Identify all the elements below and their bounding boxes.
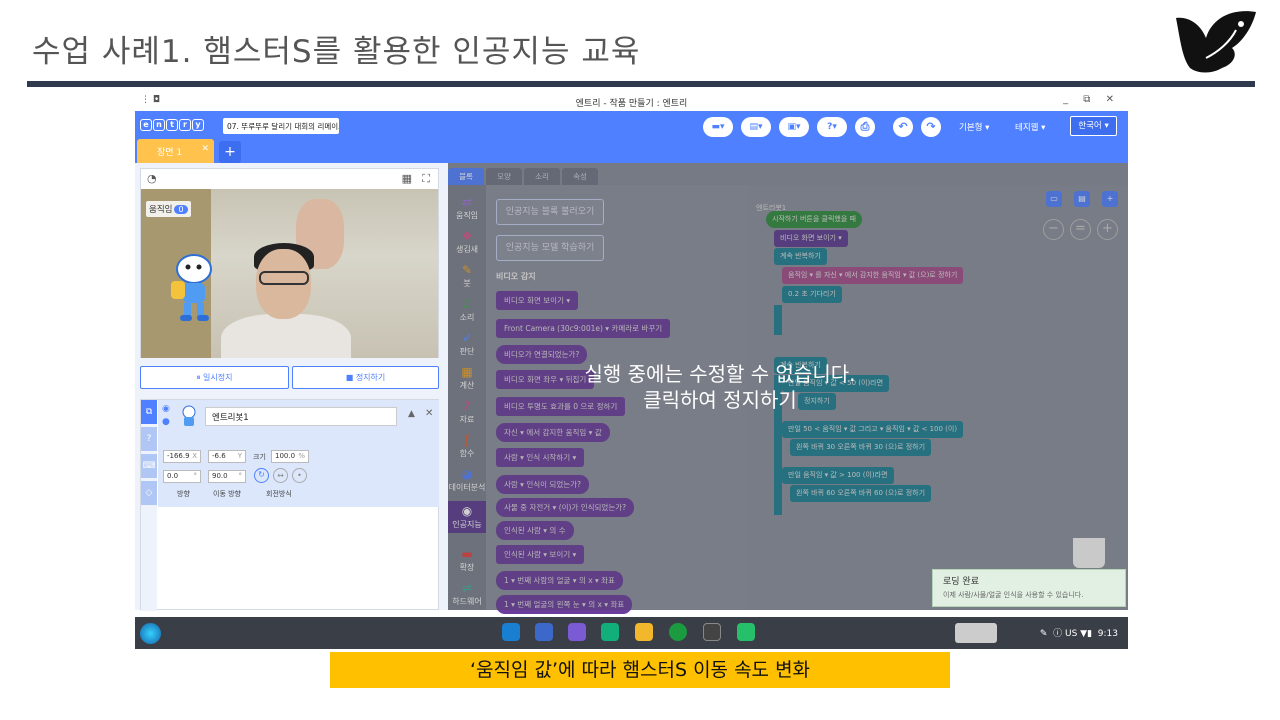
size-field[interactable]: 100.0% <box>271 450 309 463</box>
files-app-icon[interactable] <box>635 623 653 641</box>
theme-menu[interactable]: 테지웹 ▾ <box>1015 121 1045 133</box>
window-controls[interactable]: _ ⧉ ✕ <box>1063 94 1120 105</box>
window-preview-icon[interactable] <box>955 623 997 643</box>
layer-tab-icon[interactable]: ◇ <box>141 481 157 505</box>
variable-monitor: 움직임 0 <box>146 201 191 217</box>
lock-icon[interactable]: ● <box>162 417 170 427</box>
speed-gauge-icon[interactable]: ◔ <box>147 172 157 185</box>
help-menu-button[interactable]: ? ▾ <box>817 117 847 137</box>
x-coordinate-field[interactable]: -166.9 X <box>163 450 201 463</box>
y-coordinate-field[interactable]: -6.6 Y <box>208 450 246 463</box>
help-tab-icon[interactable]: ? <box>141 427 157 451</box>
video-feed: 움직임 0 <box>141 189 438 358</box>
collapse-icon[interactable]: ▲ <box>408 409 415 419</box>
rotate-horizontal-icon[interactable]: ↔ <box>273 468 288 483</box>
battery-icon: ▮ <box>1087 629 1093 639</box>
file-menu-icon[interactable]: ▣▾ <box>779 117 809 137</box>
save-menu-icon[interactable]: ▤▾ <box>741 117 771 137</box>
gallery-app-icon[interactable] <box>535 623 553 641</box>
new-project-menu-icon[interactable]: ▬▾ <box>703 117 733 137</box>
mode-menu[interactable]: 기본형 ▾ <box>959 121 989 133</box>
print-icon[interactable]: ⎙ <box>855 117 875 137</box>
rotation-label: 회전방식 <box>266 490 292 498</box>
object-name-input[interactable]: 엔트리봇1 <box>205 407 397 426</box>
direction-field[interactable]: 0.0 ° <box>163 470 201 483</box>
pause-button[interactable]: ⏸ 일시정지 <box>140 366 289 389</box>
entry-app-icon[interactable] <box>737 623 755 641</box>
language-select[interactable]: 한국어 ▾ <box>1070 116 1117 136</box>
rotate-free-icon[interactable]: ↻ <box>254 468 269 483</box>
move-direction-field[interactable]: 90.0 ° <box>208 470 246 483</box>
left-pane: ◔ ▦ ⛶ 움직임 0 ⏸ 일시정지 ■ 정지하기 ⧉ ? ⌨ ◇ ◉ ● 엔트… <box>135 163 448 611</box>
info-icon: ⓘ <box>1053 629 1063 639</box>
redo-icon[interactable]: ↷ <box>921 117 941 137</box>
slide-caption: ‘움직임 값’에 따라 햄스터S 이동 속도 변화 <box>330 652 950 688</box>
launcher-icon[interactable] <box>140 623 161 644</box>
eye-icon[interactable]: ◉ <box>162 404 170 414</box>
meet-app-icon[interactable] <box>601 623 619 641</box>
system-tray[interactable]: ✎ ⓘ US ▼▮ 9:13 <box>1040 626 1118 639</box>
pen-icon: ✎ <box>1039 629 1048 639</box>
loading-toast: 로딩 완료 이제 사람/사물/얼굴 인식을 사용할 수 있습니다. <box>932 569 1126 607</box>
title-divider <box>27 81 1255 87</box>
object-panel: ⧉ ? ⌨ ◇ ◉ ● 엔트리봇1 ▲ ✕ -166.9 X -6.6 Y 크기 1… <box>140 399 439 611</box>
object-thumbnail-icon <box>182 405 196 426</box>
terminal-app-icon[interactable] <box>703 623 721 641</box>
console-tab-icon[interactable]: ⌨ <box>141 454 157 478</box>
delete-object-icon[interactable]: ✕ <box>425 408 433 419</box>
entry-screenshot: ⋮ ◘ 엔트리 - 작품 만들기 : 엔트리 _ ⧉ ✕ entry 07. 뚜… <box>135 91 1128 649</box>
slide-title: 수업 사례1. 햄스터S를 활용한 인공지능 교육 <box>32 34 641 70</box>
objects-tab-icon[interactable]: ⧉ <box>141 400 157 424</box>
running-overlay-message[interactable]: 실행 중에는 수정할 수 없습니다. 클릭하여 정지하기 <box>470 361 970 413</box>
undo-icon[interactable]: ↶ <box>893 117 913 137</box>
fullscreen-icon[interactable]: ⛶ <box>422 172 430 186</box>
entry-toolbar: entry 07. 뚜루뚜루 달리기 대회의 리메이크 ▬▾ ▤▾ ▣▾ ? ▾ … <box>135 111 1128 163</box>
os-taskbar: ✎ ⓘ US ▼▮ 9:13 <box>135 617 1128 649</box>
bird-app-icon[interactable] <box>502 623 520 641</box>
stop-button[interactable]: ■ 정지하기 <box>292 366 439 389</box>
close-icon[interactable]: ✕ <box>201 144 209 154</box>
store-app-icon[interactable] <box>568 623 586 641</box>
move-direction-label: 이동 방향 <box>213 490 241 498</box>
window-title: 엔트리 - 작품 만들기 : 엔트리 <box>575 99 688 109</box>
size-label: 크기 <box>253 453 266 461</box>
object-panel-tabs: ⧉ ? ⌨ ◇ <box>141 400 157 611</box>
project-name-field[interactable]: 07. 뚜루뚜루 달리기 대회의 리메이크 <box>223 118 339 134</box>
direction-label: 방향 <box>177 490 190 498</box>
rotate-none-icon[interactable]: • <box>292 468 307 483</box>
trash-icon[interactable] <box>1073 538 1105 568</box>
tab-scene-1[interactable]: 장면 1 ✕ <box>137 139 214 163</box>
add-scene-button[interactable]: + <box>219 141 241 163</box>
entry-logo[interactable]: entry <box>140 119 204 131</box>
grid-icon[interactable]: ▦ <box>402 172 412 185</box>
stage: ◔ ▦ ⛶ 움직임 0 <box>140 168 439 358</box>
entrybot-sprite-icon[interactable] <box>166 251 218 323</box>
clock: 9:13 <box>1097 629 1118 639</box>
bird-logo-icon <box>1176 11 1256 73</box>
object-card[interactable]: ◉ ● 엔트리봇1 ▲ ✕ -166.9 X -6.6 Y 크기 100.0% 0.… <box>158 400 439 507</box>
stage-header: ◔ ▦ ⛶ <box>141 169 438 189</box>
window-titlebar: ⋮ ◘ 엔트리 - 작품 만들기 : 엔트리 _ ⧉ ✕ <box>135 91 1128 111</box>
drive-app-icon[interactable] <box>669 623 687 641</box>
